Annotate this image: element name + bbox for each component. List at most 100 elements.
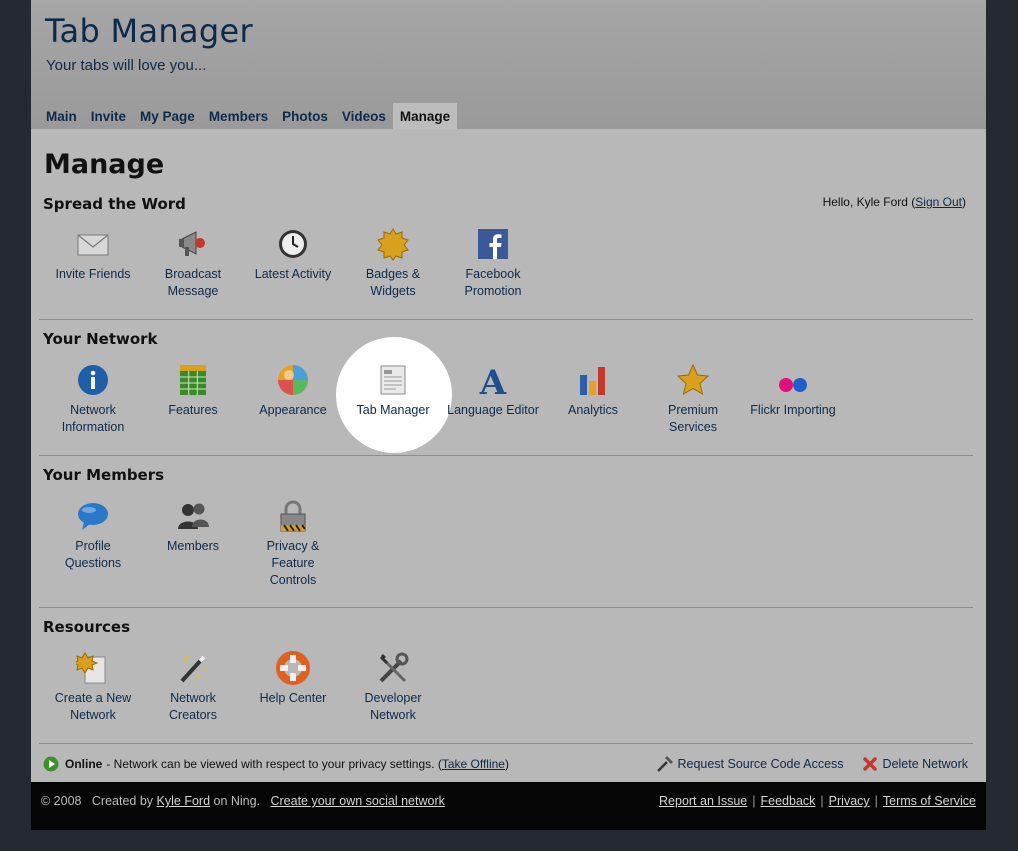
flickr-importing-label: Flickr Importing <box>750 403 836 417</box>
delete-x-icon <box>862 757 877 771</box>
profile-questions-label: Profile Questions <box>64 539 122 570</box>
spread-the-word-items: Invite Friends Broadcast Message Latest … <box>43 227 543 300</box>
network-tagline: Your tabs will love you... <box>46 57 207 74</box>
members-label: Members <box>166 539 220 553</box>
section-divider <box>39 455 973 456</box>
life-ring-icon <box>276 651 310 685</box>
footer-links: Report an Issue | Feedback | Privacy | Terms o… <box>659 794 976 808</box>
features-button[interactable]: Features <box>143 363 243 436</box>
tab-my-page[interactable]: My Page <box>133 103 202 129</box>
create-new-network-button[interactable]: Create a New Network <box>43 651 143 724</box>
new-network-icon <box>76 652 106 684</box>
on-ning-text: on Ning. <box>210 794 271 808</box>
section-divider <box>39 607 973 608</box>
letter-a-icon: A <box>479 363 507 397</box>
language-editor-label: Language Editor <box>447 403 539 417</box>
network-information-label: Network Information <box>61 403 125 434</box>
section-title-your-members: Your Members <box>43 466 165 484</box>
document-icon <box>380 365 406 395</box>
profile-questions-button[interactable]: Profile Questions <box>43 499 143 589</box>
members-button[interactable]: Members <box>143 499 243 589</box>
privacy-feature-controls-label: Privacy & Feature Controls <box>266 539 320 587</box>
tab-main[interactable]: Main <box>39 103 84 129</box>
tab-manage[interactable]: Manage <box>392 103 458 129</box>
privacy-link[interactable]: Privacy <box>829 794 870 808</box>
invite-friends-label: Invite Friends <box>55 267 131 281</box>
status-close: ) <box>504 757 509 771</box>
tab-members[interactable]: Members <box>202 103 275 129</box>
section-title-your-network: Your Network <box>43 330 158 348</box>
badges-widgets-label: Badges & Widgets <box>365 267 421 298</box>
take-offline-link[interactable]: Take Offline <box>442 757 505 771</box>
tab-invite[interactable]: Invite <box>84 103 133 129</box>
user-greeting: Hello, Kyle Ford (Sign Out) <box>823 195 966 209</box>
broadcast-message-button[interactable]: Broadcast Message <box>143 227 243 300</box>
network-status-bar: Online - Network can be viewed with resp… <box>39 743 973 781</box>
greeting-close: ) <box>962 195 966 209</box>
developer-network-button[interactable]: Developer Network <box>343 651 443 724</box>
create-own-network-link[interactable]: Create your own social network <box>270 794 444 808</box>
resources-items: Create a New Network Network Creators He… <box>43 651 443 724</box>
envelope-icon <box>77 234 109 256</box>
appearance-label: Appearance <box>259 403 327 417</box>
language-editor-button[interactable]: A Language Editor <box>443 363 543 436</box>
network-creators-label: Network Creators <box>169 691 217 722</box>
request-source-code-label: Request Source Code Access <box>677 757 844 771</box>
copyright-text: © 2008 Created by <box>41 794 157 808</box>
manage-content: Manage Hello, Kyle Ford (Sign Out) Sprea… <box>31 129 986 782</box>
footer: © 2008 Created by Kyle Ford on Ning. Cre… <box>31 782 986 830</box>
hammer-icon <box>657 756 674 772</box>
speech-bubble-icon <box>78 503 108 530</box>
clock-icon <box>279 230 307 258</box>
online-status-icon <box>43 756 59 772</box>
badge-icon <box>377 228 409 261</box>
request-source-code-link[interactable]: Request Source Code Access <box>656 756 844 772</box>
facebook-promotion-label: Facebook Promotion <box>464 267 522 298</box>
create-new-network-label: Create a New Network <box>54 691 132 722</box>
network-status: Online - Network can be viewed with resp… <box>43 756 509 772</box>
features-label: Features <box>168 403 218 417</box>
tab-photos[interactable]: Photos <box>275 103 335 129</box>
facebook-promotion-button[interactable]: Facebook Promotion <box>443 227 543 300</box>
broadcast-message-label: Broadcast Message <box>164 267 222 298</box>
premium-services-label: Premium Services <box>667 403 718 434</box>
your-members-items: Profile Questions Members Privacy & Feat… <box>43 499 343 589</box>
analytics-button[interactable]: Analytics <box>543 363 643 436</box>
flickr-importing-button[interactable]: Flickr Importing <box>743 363 843 436</box>
delete-network-link[interactable]: Delete Network <box>862 756 968 772</box>
badges-widgets-button[interactable]: Badges & Widgets <box>343 227 443 300</box>
feedback-link[interactable]: Feedback <box>761 794 816 808</box>
star-icon <box>676 363 710 396</box>
appearance-button[interactable]: Appearance <box>243 363 343 436</box>
grid-icon <box>180 365 206 395</box>
privacy-feature-controls-button[interactable]: Privacy & Feature Controls <box>243 499 343 589</box>
megaphone-icon <box>179 231 205 256</box>
people-icon <box>178 503 209 529</box>
page-container: Tab Manager Your tabs will love you... M… <box>31 0 986 830</box>
tools-icon <box>379 652 409 683</box>
sign-out-link[interactable]: Sign Out <box>915 195 962 209</box>
section-title-spread-the-word: Spread the Word <box>43 195 186 213</box>
network-creators-button[interactable]: Network Creators <box>143 651 243 724</box>
tab-manager-button[interactable]: Tab Manager <box>343 363 443 436</box>
network-header: Tab Manager Your tabs will love you... M… <box>31 0 986 129</box>
page-title: Manage <box>44 149 165 180</box>
terms-of-service-link[interactable]: Terms of Service <box>883 794 976 808</box>
developer-network-label: Developer Network <box>364 691 422 722</box>
network-information-button[interactable]: Network Information <box>43 363 143 436</box>
tab-videos[interactable]: Videos <box>335 103 393 129</box>
status-state: Online <box>65 757 103 771</box>
invite-friends-button[interactable]: Invite Friends <box>43 227 143 300</box>
report-issue-link[interactable]: Report an Issue <box>659 794 747 808</box>
network-title[interactable]: Tab Manager <box>45 12 253 50</box>
premium-services-button[interactable]: Premium Services <box>643 363 743 436</box>
network-actions: Request Source Code Access Delete Networ… <box>638 756 968 772</box>
section-divider <box>39 319 973 320</box>
help-center-button[interactable]: Help Center <box>243 651 343 724</box>
delete-network-label: Delete Network <box>882 757 968 771</box>
bar-chart-icon <box>580 367 605 395</box>
tab-manager-label: Tab Manager <box>356 403 430 417</box>
latest-activity-button[interactable]: Latest Activity <box>243 227 343 300</box>
creator-link[interactable]: Kyle Ford <box>157 794 211 808</box>
section-title-resources: Resources <box>43 618 131 636</box>
